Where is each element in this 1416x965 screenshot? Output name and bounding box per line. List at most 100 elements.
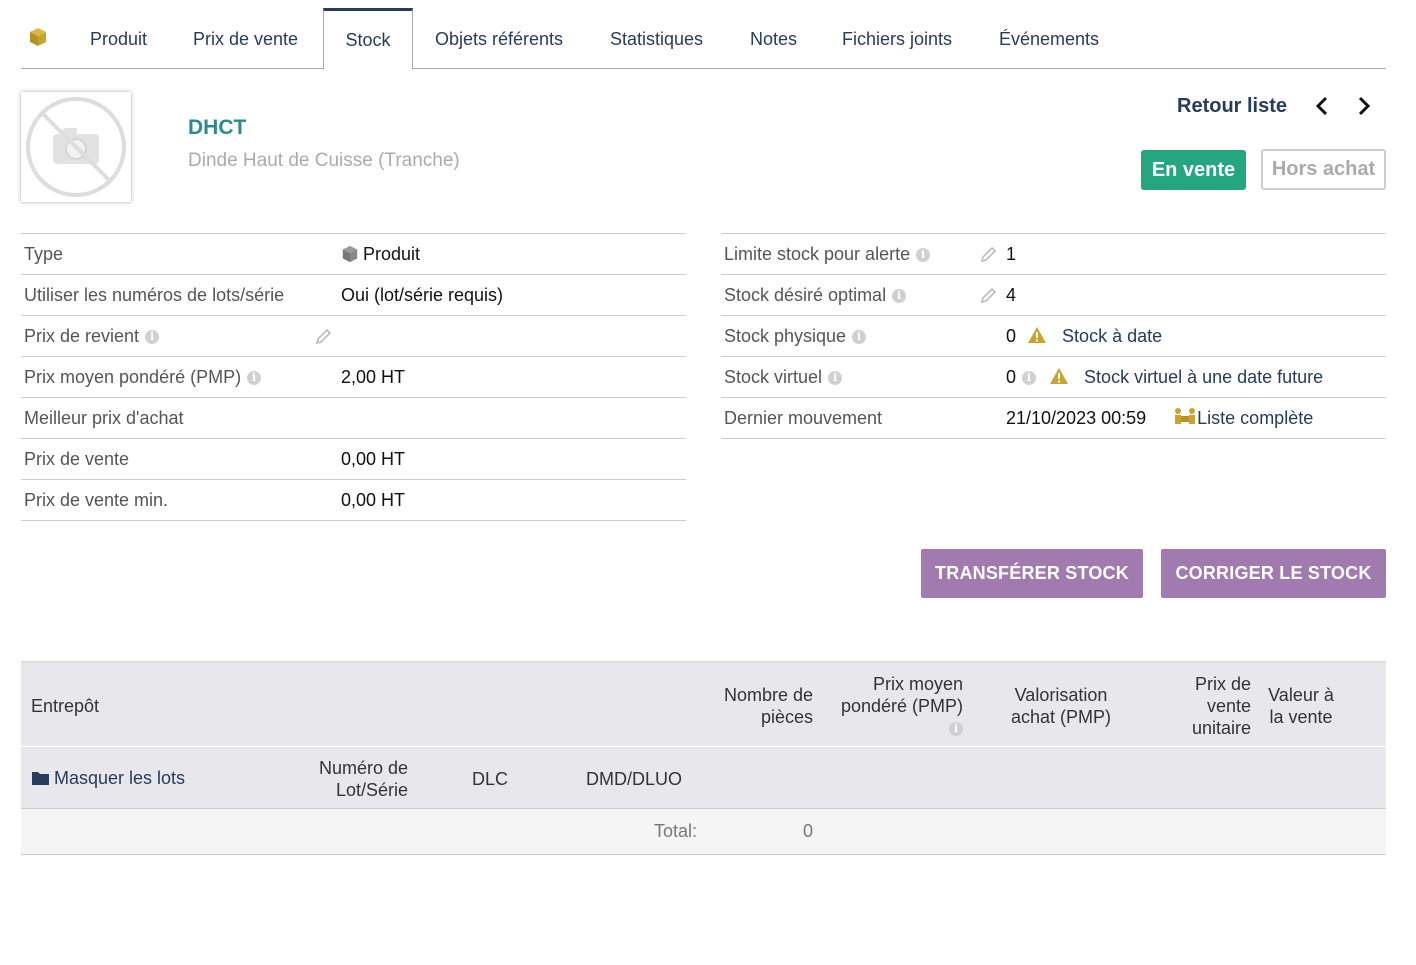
chevron-right-icon[interactable]	[1354, 95, 1374, 117]
field-row-stock-optimal: Stock désiré optimal i 4	[721, 275, 1386, 316]
field-value: 0,00 HT	[341, 490, 406, 510]
tab-evenements[interactable]: Événements	[999, 10, 1099, 69]
hide-lots-link[interactable]: Masquer les lots	[54, 768, 185, 788]
col-header-line: pièces	[760, 707, 813, 727]
field-value: Oui (lot/série requis)	[341, 285, 504, 305]
product-label: Dinde Haut de Cuisse (Tranche)	[188, 150, 460, 171]
col-header-pieces: Nombre de pièces	[701, 684, 813, 728]
field-value: 0i Stock virtuel à une date future	[1006, 357, 1323, 398]
back-to-list-link[interactable]: Retour liste	[1177, 95, 1287, 118]
col-header-line: unitaire	[1191, 718, 1251, 738]
product-fields-left: Type Produit Utiliser les numéros de lot…	[21, 233, 686, 521]
no-photo-icon	[26, 97, 126, 197]
info-icon[interactable]: i	[145, 330, 160, 345]
warning-icon	[1050, 368, 1069, 384]
info-icon[interactable]: i	[949, 722, 963, 737]
transfer-stock-button[interactable]: TRANSFÉRER STOCK	[921, 549, 1143, 598]
tab-notes[interactable]: Notes	[750, 10, 797, 69]
field-value: 0,00 HT	[341, 449, 406, 469]
col-header-dlc: DLC	[472, 769, 509, 789]
warehouse-table: Entrepôt Nombre de pièces Prix moyen pon…	[21, 661, 1386, 855]
tab-produit[interactable]: Produit	[90, 10, 147, 69]
product-cube-icon[interactable]	[28, 27, 48, 47]
tab-fichiers-joints[interactable]: Fichiers joints	[842, 10, 952, 69]
stock-virtual-future-link[interactable]: Stock virtuel à une date future	[1084, 367, 1323, 387]
info-icon[interactable]: i	[828, 371, 843, 386]
field-label: Type	[24, 244, 64, 264]
col-header-warehouse: Entrepôt	[31, 696, 100, 716]
chevron-left-icon[interactable]	[1312, 95, 1332, 117]
field-value: Produit	[341, 234, 420, 275]
stock-at-date-link[interactable]: Stock à date	[1062, 326, 1162, 346]
field-row-sell-price-min: Prix de vente min. 0,00 HT	[21, 480, 686, 521]
lots-header-row: Masquer les lots Numéro de Lot/Série DLC…	[21, 746, 1386, 809]
field-label: Meilleur prix d'achat	[24, 408, 184, 428]
movement-people-icon	[1175, 408, 1196, 424]
field-row-best-buy-price: Meilleur prix d'achat	[21, 398, 686, 439]
table-header: Entrepôt Nombre de pièces Prix moyen pon…	[21, 661, 1386, 746]
pencil-edit-icon[interactable]	[979, 287, 997, 305]
full-list-link[interactable]: Liste complète	[1197, 408, 1313, 428]
field-row-stock-alert: Limite stock pour alerte i 1	[721, 234, 1386, 275]
col-header-line: Nombre de	[723, 685, 813, 705]
field-label: Prix moyen pondéré (PMP) i	[24, 357, 262, 398]
field-value: 2,00 HT	[341, 367, 406, 387]
field-row-stock-physical: Stock physique i 0 Stock à date	[721, 316, 1386, 357]
field-row-type: Type Produit	[21, 234, 686, 275]
field-label: Dernier mouvement	[724, 408, 883, 428]
tab-prix-de-vente[interactable]: Prix de vente	[193, 10, 298, 69]
info-icon[interactable]: i	[852, 330, 867, 345]
col-header-line: Valeur à	[1268, 685, 1334, 705]
info-icon[interactable]: i	[1022, 371, 1037, 386]
field-value: 4	[1006, 285, 1017, 305]
warning-icon	[1028, 327, 1047, 343]
col-header-line: Prix de	[1194, 674, 1251, 694]
field-row-stock-virtual: Stock virtuel i 0i Stock virtuel à une da…	[721, 357, 1386, 398]
col-header-line: Numéro de	[318, 758, 408, 778]
field-label: Prix de vente min.	[24, 490, 169, 510]
col-header-pmp: Prix moyen pondéré (PMP) i	[821, 673, 963, 739]
field-label-text: Stock désiré optimal	[724, 285, 887, 305]
status-badge-buy: Hors achat	[1261, 149, 1386, 190]
hide-lots-toggle[interactable]: Masquer les lots	[31, 767, 185, 789]
tab-objets-referents[interactable]: Objets référents	[435, 10, 563, 69]
field-row-sell-price: Prix de vente 0,00 HT	[21, 439, 686, 480]
pencil-edit-icon[interactable]	[979, 246, 997, 264]
field-value-text: 21/10/2023 00:59	[1006, 408, 1147, 428]
status-badge-sell: En vente	[1141, 150, 1246, 190]
field-value: 21/10/2023 00:59 Liste complète	[1006, 398, 1313, 439]
field-label: Prix de vente	[24, 449, 130, 469]
field-label-text: Limite stock pour alerte	[724, 244, 911, 264]
tab-bar: Produit Prix de vente Stock Objets référ…	[21, 0, 1386, 70]
col-header-line: Valorisation	[1014, 685, 1108, 705]
pencil-edit-icon[interactable]	[314, 328, 332, 346]
field-label-text: Stock physique	[724, 326, 847, 346]
total-pieces: 0	[802, 821, 813, 841]
tab-stock[interactable]: Stock	[323, 8, 413, 70]
field-row-lots: Utiliser les numéros de lots/série Oui (…	[21, 275, 686, 316]
col-header-dmd: DMD/DLUO	[586, 769, 683, 789]
info-icon[interactable]: i	[892, 289, 907, 304]
product-photo-placeholder[interactable]	[21, 92, 131, 202]
col-header-sale-value: Valeur à la vente	[1261, 684, 1341, 728]
field-value-text: Produit	[363, 244, 421, 264]
folder-icon	[32, 772, 49, 785]
col-header-line: Prix moyen	[872, 674, 963, 694]
field-row-last-movement: Dernier mouvement 21/10/2023 00:59 Liste…	[721, 398, 1386, 439]
field-label-text: Stock virtuel	[724, 367, 823, 387]
tab-statistiques[interactable]: Statistiques	[610, 10, 703, 69]
col-header-valuation: Valorisation achat (PMP)	[1001, 684, 1121, 728]
field-label: Stock physique i	[724, 316, 867, 357]
field-row-pmp: Prix moyen pondéré (PMP) i 2,00 HT	[21, 357, 686, 398]
col-header-line: Lot/Série	[335, 780, 408, 800]
field-label: Stock désiré optimal i	[724, 275, 907, 316]
col-header-lot-number: Numéro de Lot/Série	[301, 757, 408, 801]
total-row: Total: 0	[21, 809, 1386, 855]
info-icon[interactable]: i	[247, 371, 262, 386]
field-value-text: 0	[1006, 367, 1017, 387]
correct-stock-button[interactable]: CORRIGER LE STOCK	[1161, 549, 1386, 598]
info-icon[interactable]: i	[916, 248, 931, 263]
field-label: Utiliser les numéros de lots/série	[24, 285, 285, 305]
field-value-text: 0	[1006, 326, 1017, 346]
col-header-line: achat (PMP)	[1010, 707, 1112, 727]
